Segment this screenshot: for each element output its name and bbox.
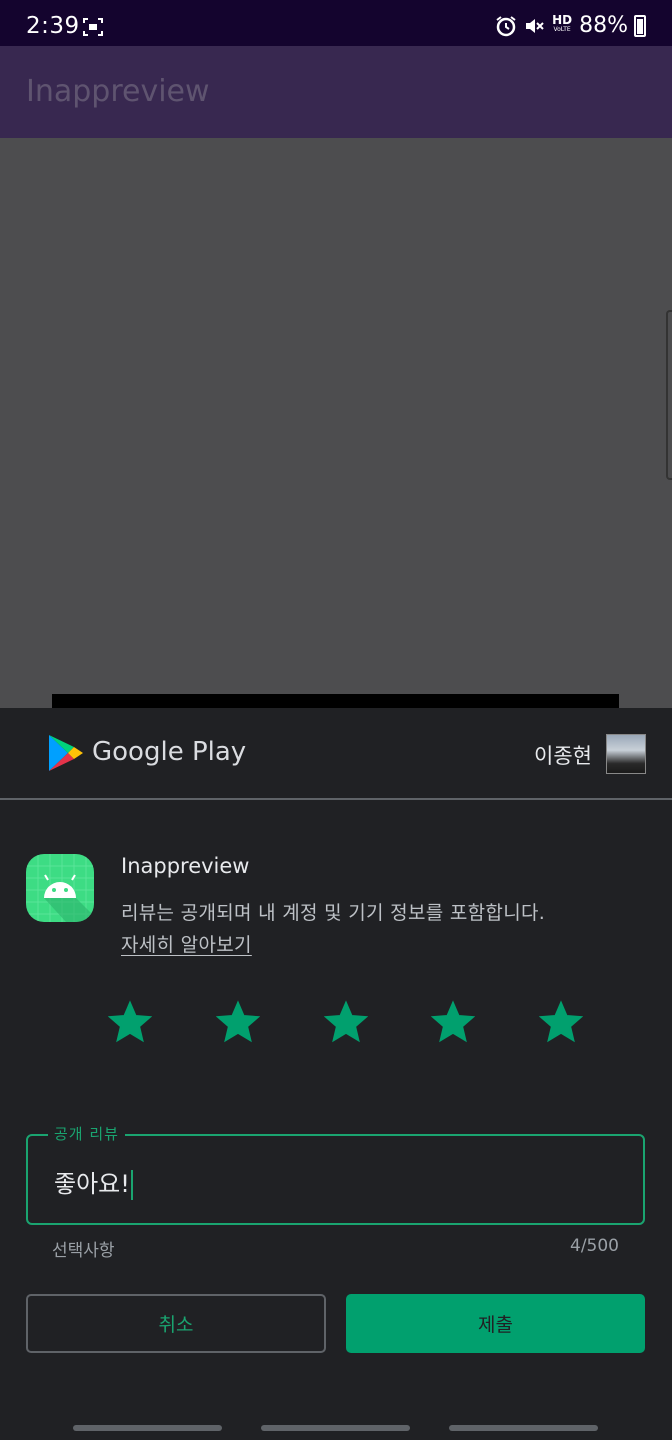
account-name: 이종현 bbox=[534, 744, 592, 768]
star-icon[interactable] bbox=[107, 1000, 153, 1044]
android-app-icon bbox=[26, 854, 94, 922]
text-caret bbox=[130, 1170, 133, 1200]
review-sheet: Google Play 이종현 Inappreview 리뷰는 공개되며 내 계… bbox=[0, 708, 672, 1440]
star-icon[interactable] bbox=[215, 1000, 260, 1044]
star-icon[interactable] bbox=[431, 1000, 476, 1044]
cancel-button[interactable]: 취소 bbox=[26, 1294, 326, 1353]
google-play-brand: Google Play bbox=[92, 737, 247, 767]
public-review-field[interactable]: 공개 리뷰 좋아요! bbox=[26, 1123, 645, 1225]
optional-hint: 선택사항 bbox=[52, 1241, 115, 1261]
nav-hint-home[interactable] bbox=[261, 1425, 410, 1431]
google-play-logo-icon bbox=[48, 734, 84, 772]
learn-more-link[interactable]: 자세히 알아보기 bbox=[121, 930, 252, 957]
nav-hint-left[interactable] bbox=[73, 1425, 222, 1431]
battery-percent: 88% bbox=[579, 13, 628, 38]
star-rating[interactable] bbox=[107, 1000, 584, 1046]
alarm-icon bbox=[495, 15, 517, 37]
review-notice: 리뷰는 공개되며 내 계정 및 기기 정보를 포함합니다. bbox=[121, 902, 546, 924]
submit-button[interactable]: 제출 bbox=[346, 1294, 645, 1353]
sheet-top-strip bbox=[52, 694, 619, 708]
field-label: 공개 리뷰 bbox=[48, 1123, 125, 1144]
mute-icon bbox=[523, 15, 545, 37]
app-name: Inappreview bbox=[121, 854, 250, 878]
edge-panel-handle[interactable] bbox=[666, 310, 672, 480]
screen-record-icon bbox=[83, 18, 103, 36]
review-input-text: 좋아요! bbox=[54, 1170, 130, 1198]
status-time: 2:39 bbox=[26, 13, 80, 39]
star-icon[interactable] bbox=[538, 1000, 584, 1044]
app-title: Inappreview bbox=[26, 74, 210, 109]
star-icon[interactable] bbox=[323, 1000, 368, 1044]
gesture-nav-bar bbox=[0, 1416, 672, 1440]
status-icons: HD VoLTE 88% bbox=[495, 13, 646, 38]
app-content-scrim[interactable] bbox=[0, 138, 672, 708]
char-counter: 4/500 bbox=[570, 1236, 619, 1256]
battery-icon bbox=[634, 14, 646, 37]
app-bar: Inappreview bbox=[0, 46, 672, 138]
google-play-header: Google Play 이종현 bbox=[0, 708, 672, 800]
status-bar: 2:39 HD VoLTE 88% bbox=[0, 0, 672, 46]
nav-hint-right[interactable] bbox=[449, 1425, 598, 1431]
review-input[interactable]: 좋아요! bbox=[54, 1164, 133, 1200]
avatar[interactable] bbox=[606, 734, 646, 774]
hd-sub-label: VoLTE bbox=[553, 25, 571, 33]
hd-voice-icon: HD VoLTE bbox=[551, 14, 573, 37]
